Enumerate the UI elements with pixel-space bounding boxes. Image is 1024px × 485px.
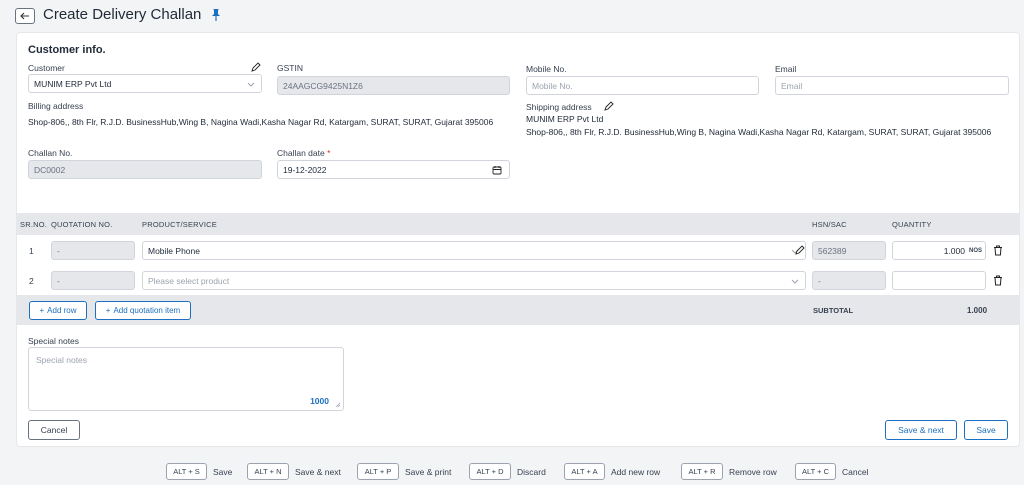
chevron-down-icon [791,279,799,284]
shortcut-key-discard: ALT + D [469,463,511,480]
table-footer: + Add row + Add quotation item SUBTOTAL 1.… [17,295,1019,325]
special-notes-textarea[interactable]: Special notes 1000 [28,347,344,411]
product-select[interactable]: Please select product [142,271,806,290]
shortcut-key-save: ALT + S [166,463,207,480]
gstin-field: 24AAGCG9425N1Z6 [277,76,510,95]
page-title: Create Delivery Challan [43,6,202,23]
char-count: 1000 [310,396,329,406]
challan-date-label: Challan date * [277,148,331,158]
calendar-icon[interactable] [492,165,502,175]
resize-handle-icon[interactable] [335,402,341,408]
customer-select[interactable]: MUNIM ERP Pvt Ltd [28,74,262,93]
back-button[interactable] [15,8,35,24]
hsn-field: - [812,271,886,290]
th-hsn: HSN/SAC [812,220,847,229]
add-row-button[interactable]: + Add row [29,301,87,320]
keyboard-shortcuts: ALT + S Save ALT + N Save & next ALT + P… [0,462,1024,482]
email-input[interactable]: Email [775,76,1009,95]
edit-product-icon[interactable] [795,245,805,255]
row-number: 1 [29,246,34,256]
plus-icon: + [39,306,45,315]
shortcut-label-save-next: Save & next [295,467,341,477]
challan-no-field: DC0002 [28,160,262,179]
shipping-name: MUNIM ERP Pvt Ltd [526,114,604,124]
table-row: 1 - Mobile Phone 562389 1.000 NOS [17,235,1019,265]
shortcut-label-add-row: Add new row [611,467,661,477]
save-button[interactable]: Save [964,420,1008,440]
product-select[interactable]: Mobile Phone [142,241,806,260]
shipping-address-text: Shop-806,, 8th Flr, R.J.D. BusinessHub,W… [526,127,992,137]
chevron-down-icon [247,82,255,87]
pin-icon[interactable] [210,8,222,22]
shortcut-key-cancel: ALT + C [795,463,836,480]
plus-icon: + [105,306,111,315]
mobile-input[interactable]: Mobile No. [526,76,759,95]
gstin-label: GSTIN [277,63,303,73]
shortcut-key-save-next: ALT + N [247,463,289,480]
special-notes-label: Special notes [28,336,80,346]
shortcut-key-save-print: ALT + P [357,463,399,480]
shipping-address-label: Shipping address [526,102,592,112]
shortcut-label-discard: Discard [517,467,546,477]
row-number: 2 [29,276,34,286]
email-label: Email [775,64,797,74]
trash-icon[interactable] [993,275,1003,286]
save-next-button[interactable]: Save & next [885,420,957,440]
th-srno: SR.NO. [20,220,48,229]
section-title: Customer info. [28,44,106,56]
challan-no-label: Challan No. [28,148,73,158]
shortcut-label-save: Save [213,467,233,477]
customer-label: Customer [28,63,65,73]
page-header: Create Delivery Challan [0,0,1024,32]
edit-customer-icon[interactable] [251,62,261,72]
edit-shipping-icon[interactable] [604,101,614,111]
th-quantity: QUANTITY [892,220,932,229]
th-quotation: QUOTATION NO. [51,220,113,229]
subtotal-value: 1.000 [967,306,988,315]
th-product: PRODUCT/SERVICE [142,220,217,229]
quotation-field: - [51,241,135,260]
billing-address-label: Billing address [28,101,84,111]
quantity-input[interactable] [892,271,986,290]
shortcut-label-save-print: Save & print [405,467,452,477]
shortcut-label-remove-row: Remove row [729,467,777,477]
items-table-header: SR.NO. QUOTATION NO. PRODUCT/SERVICE HSN… [17,213,1019,235]
table-row: 2 - Please select product - [17,265,1019,295]
mobile-label: Mobile No. [526,64,567,74]
challan-date-input[interactable]: 19-12-2022 [277,160,510,179]
shortcut-key-remove-row: ALT + R [681,463,723,480]
subtotal-label: SUBTOTAL [813,306,854,315]
arrow-left-icon [20,12,29,20]
billing-address-text: Shop-806,, 8th Flr, R.J.D. BusinessHub,W… [28,117,494,127]
shortcut-key-add-row: ALT + A [564,463,605,480]
cancel-button[interactable]: Cancel [28,420,80,440]
shortcut-label-cancel: Cancel [842,467,869,477]
challan-form-card: Customer info. Customer MUNIM ERP Pvt Lt… [16,32,1020,447]
trash-icon[interactable] [993,245,1003,256]
quotation-field: - [51,271,135,290]
hsn-field: 562389 [812,241,886,260]
add-quotation-item-button[interactable]: + Add quotation item [95,301,191,320]
quantity-unit: NOS [969,248,983,254]
